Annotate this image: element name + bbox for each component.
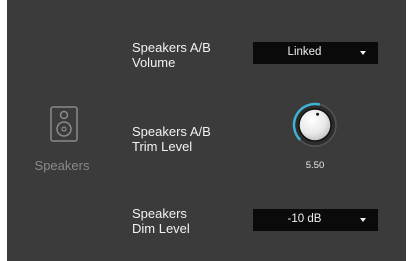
volume-mode-value: Linked	[287, 46, 322, 58]
speaker-icon	[50, 106, 78, 142]
trim-label: Speakers A/B Trim Level	[132, 124, 242, 154]
volume-label-line1: Speakers A/B	[132, 40, 211, 55]
volume-label: Speakers A/B Volume	[132, 40, 242, 70]
chevron-down-icon	[360, 51, 366, 55]
volume-label-line2: Volume	[132, 55, 176, 70]
trim-label-line2: Trim Level	[132, 139, 193, 154]
chevron-down-icon	[360, 218, 366, 222]
sidebar-speakers[interactable]: Speakers	[19, 96, 105, 186]
dim-label-line1: Speakers	[132, 206, 187, 221]
knob-cap	[298, 108, 332, 142]
trim-level-knob[interactable]	[290, 100, 340, 150]
speakers-settings-panel: Speakers Speakers A/B Volume Linked Spea…	[7, 0, 406, 261]
dim-level-value: -10 dB	[287, 213, 322, 225]
trim-label-line1: Speakers A/B	[132, 124, 211, 139]
volume-mode-dropdown[interactable]: Linked	[253, 42, 378, 64]
sidebar-label: Speakers	[34, 158, 90, 173]
dim-label: Speakers Dim Level	[132, 206, 242, 236]
trim-level-value: 5.50	[305, 160, 325, 171]
dim-label-line2: Dim Level	[132, 221, 190, 236]
dim-level-dropdown[interactable]: -10 dB	[253, 209, 378, 231]
knob-indicator	[316, 112, 320, 116]
